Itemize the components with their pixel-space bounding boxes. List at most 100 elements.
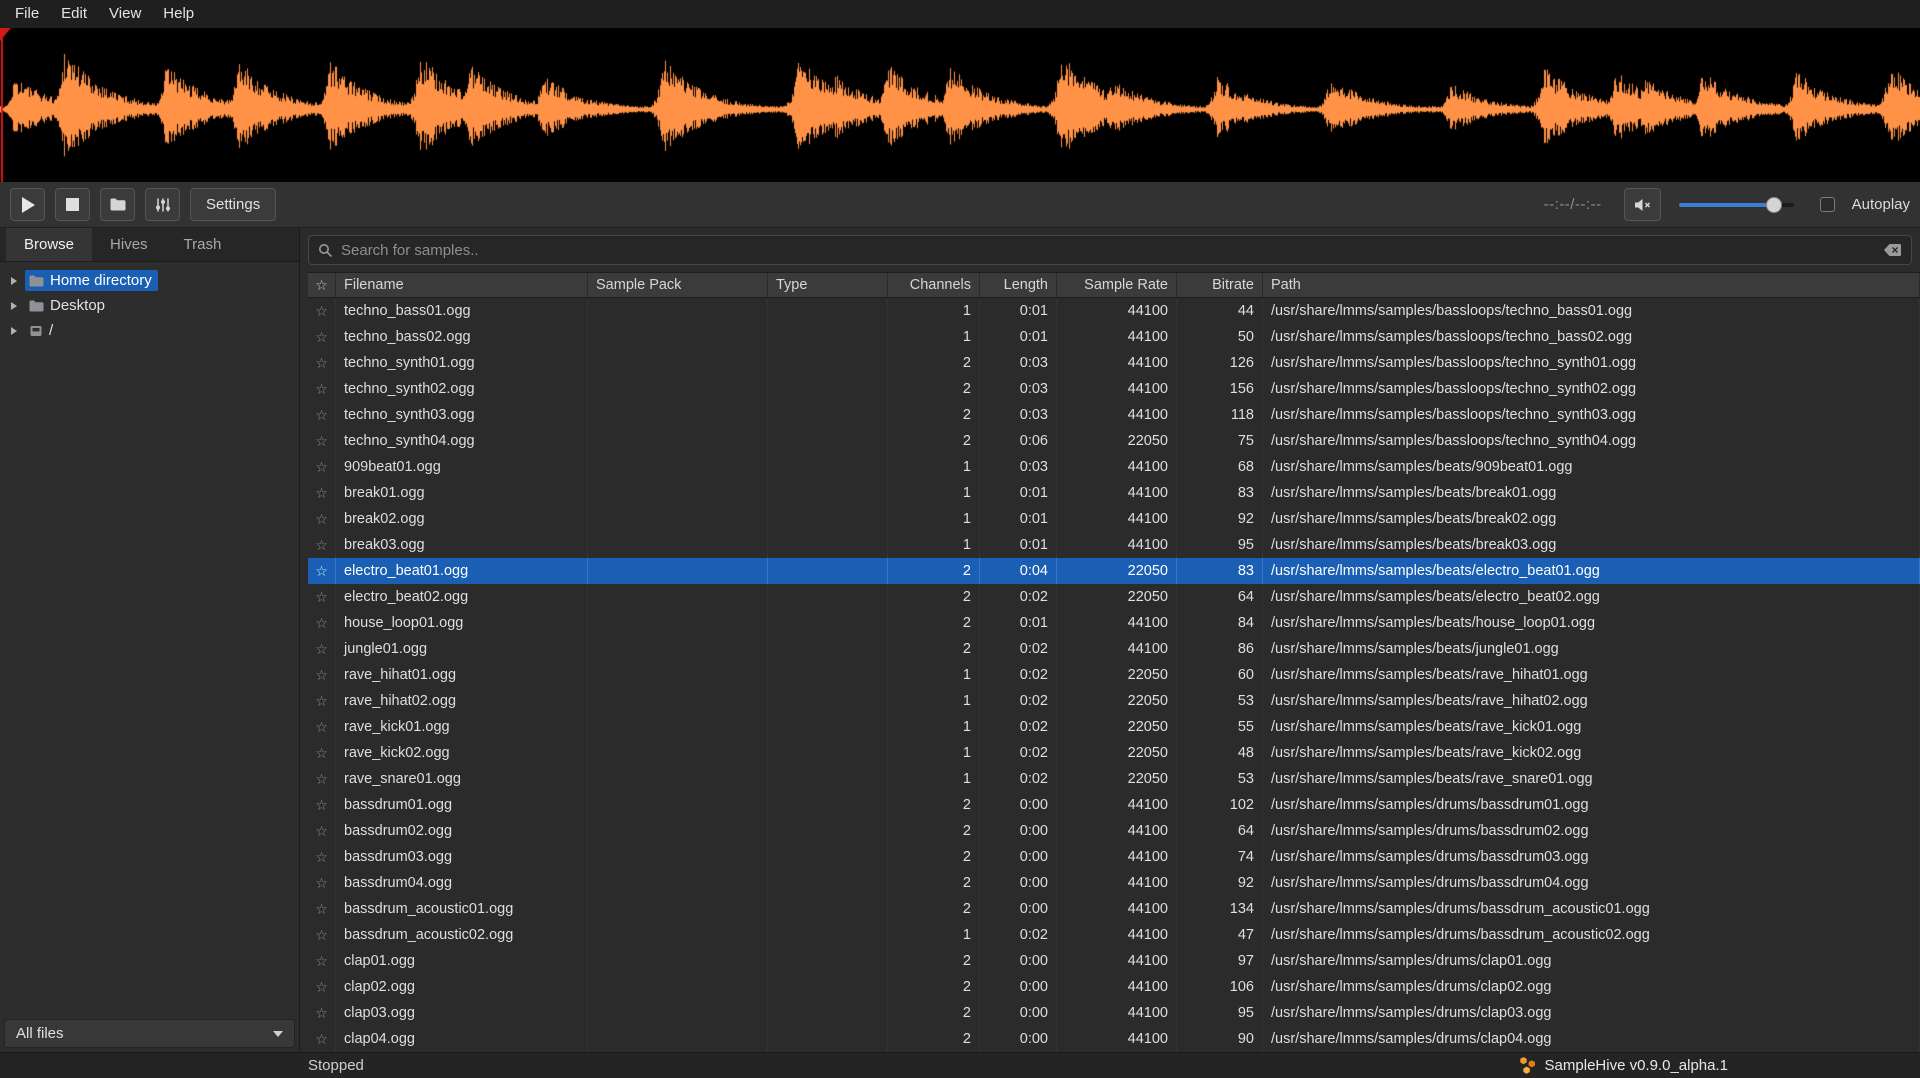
table-row[interactable]: ☆techno_bass01.ogg10:014410044/usr/share… (308, 298, 1920, 324)
volume-slider-knob[interactable] (1766, 197, 1782, 213)
content-area: BrowseHivesTrash Home directoryDesktop/ … (0, 228, 1920, 1052)
cell-channels: 1 (888, 454, 980, 480)
table-row[interactable]: ☆break03.ogg10:014410095/usr/share/lmms/… (308, 532, 1920, 558)
favorite-star-icon[interactable]: ☆ (315, 382, 328, 396)
settings-button[interactable]: Settings (190, 188, 276, 221)
favorite-star-icon[interactable]: ☆ (315, 486, 328, 500)
table-row[interactable]: ☆techno_synth02.ogg20:0344100156/usr/sha… (308, 376, 1920, 402)
table-row[interactable]: ☆rave_kick01.ogg10:022205055/usr/share/l… (308, 714, 1920, 740)
expander-icon[interactable] (11, 277, 17, 285)
favorite-star-icon[interactable]: ☆ (315, 876, 328, 890)
favorite-star-icon[interactable]: ☆ (315, 356, 328, 370)
waveform-canvas[interactable] (0, 28, 1920, 182)
stop-button[interactable] (55, 188, 90, 221)
menu-item-file[interactable]: File (4, 0, 50, 28)
column-header-path[interactable]: Path (1263, 273, 1920, 297)
favorite-star-icon[interactable]: ☆ (315, 954, 328, 968)
volume-slider[interactable] (1679, 196, 1794, 214)
favorite-star-icon[interactable]: ☆ (315, 902, 328, 916)
favorite-star-icon[interactable]: ☆ (315, 798, 328, 812)
tune-button[interactable] (145, 188, 180, 221)
mute-button[interactable] (1624, 188, 1661, 221)
tree-item-root[interactable]: / (0, 318, 299, 343)
favorite-star-icon[interactable]: ☆ (315, 616, 328, 630)
search-bar[interactable] (308, 235, 1912, 265)
favorite-star-icon[interactable]: ☆ (315, 772, 328, 786)
table-row[interactable]: ☆techno_synth04.ogg20:062205075/usr/shar… (308, 428, 1920, 454)
table-row[interactable]: ☆electro_beat01.ogg20:042205083/usr/shar… (308, 558, 1920, 584)
table-row[interactable]: ☆rave_kick02.ogg10:022205048/usr/share/l… (308, 740, 1920, 766)
tab-browse[interactable]: Browse (6, 228, 92, 261)
table-row[interactable]: ☆break01.ogg10:014410083/usr/share/lmms/… (308, 480, 1920, 506)
sidebar-tabs: BrowseHivesTrash (0, 228, 299, 262)
favorite-star-icon[interactable]: ☆ (315, 304, 328, 318)
expander-icon[interactable] (11, 327, 17, 335)
favorite-star-icon[interactable]: ☆ (315, 1006, 328, 1020)
table-row[interactable]: ☆techno_synth03.ogg20:0344100118/usr/sha… (308, 402, 1920, 428)
column-header-channels[interactable]: Channels (888, 273, 980, 297)
favorite-star-icon[interactable]: ☆ (315, 694, 328, 708)
cell-favorite: ☆ (308, 428, 336, 454)
favorite-star-icon[interactable]: ☆ (315, 538, 328, 552)
autoplay-checkbox[interactable] (1820, 197, 1835, 212)
column-header-fav[interactable]: ☆ (308, 273, 336, 297)
tab-hives[interactable]: Hives (92, 228, 166, 261)
table-row[interactable]: ☆909beat01.ogg10:034410068/usr/share/lmm… (308, 454, 1920, 480)
table-row[interactable]: ☆techno_synth01.ogg20:0344100126/usr/sha… (308, 350, 1920, 376)
column-header-length[interactable]: Length (980, 273, 1057, 297)
column-header-sample_rate[interactable]: Sample Rate (1057, 273, 1177, 297)
column-header-sample_pack[interactable]: Sample Pack (588, 273, 768, 297)
favorite-star-icon[interactable]: ☆ (315, 980, 328, 994)
table-row[interactable]: ☆bassdrum01.ogg20:0044100102/usr/share/l… (308, 792, 1920, 818)
clear-search-icon[interactable] (1883, 243, 1902, 257)
table-row[interactable]: ☆jungle01.ogg20:024410086/usr/share/lmms… (308, 636, 1920, 662)
favorite-star-icon[interactable]: ☆ (315, 590, 328, 604)
table-row[interactable]: ☆bassdrum_acoustic02.ogg10:024410047/usr… (308, 922, 1920, 948)
favorite-star-icon[interactable]: ☆ (315, 850, 328, 864)
loop-folder-button[interactable] (100, 188, 135, 221)
table-row[interactable]: ☆clap01.ogg20:004410097/usr/share/lmms/s… (308, 948, 1920, 974)
table-row[interactable]: ☆break02.ogg10:014410092/usr/share/lmms/… (308, 506, 1920, 532)
cell-bitrate: 90 (1177, 1026, 1263, 1052)
tab-trash[interactable]: Trash (166, 228, 240, 261)
favorite-star-icon[interactable]: ☆ (315, 746, 328, 760)
expander-icon[interactable] (11, 302, 17, 310)
menu-item-help[interactable]: Help (152, 0, 205, 28)
menu-item-view[interactable]: View (98, 0, 152, 28)
column-header-filename[interactable]: Filename (336, 273, 588, 297)
search-input[interactable] (341, 242, 1875, 259)
favorite-star-icon[interactable]: ☆ (315, 512, 328, 526)
table-row[interactable]: ☆clap03.ogg20:004410095/usr/share/lmms/s… (308, 1000, 1920, 1026)
tree-item-desktop[interactable]: Desktop (0, 293, 299, 318)
table-row[interactable]: ☆bassdrum03.ogg20:004410074/usr/share/lm… (308, 844, 1920, 870)
table-row[interactable]: ☆bassdrum_acoustic01.ogg20:0044100134/us… (308, 896, 1920, 922)
table-row[interactable]: ☆clap02.ogg20:0044100106/usr/share/lmms/… (308, 974, 1920, 1000)
table-row[interactable]: ☆house_loop01.ogg20:014410084/usr/share/… (308, 610, 1920, 636)
favorite-star-icon[interactable]: ☆ (315, 564, 328, 578)
table-row[interactable]: ☆bassdrum04.ogg20:004410092/usr/share/lm… (308, 870, 1920, 896)
favorite-star-icon[interactable]: ☆ (315, 824, 328, 838)
table-row[interactable]: ☆clap04.ogg20:004410090/usr/share/lmms/s… (308, 1026, 1920, 1052)
favorite-star-icon[interactable]: ☆ (315, 330, 328, 344)
favorite-star-icon[interactable]: ☆ (315, 928, 328, 942)
tree-item-home-directory[interactable]: Home directory (0, 268, 299, 293)
favorite-star-icon[interactable]: ☆ (315, 1032, 328, 1046)
favorite-star-icon[interactable]: ☆ (315, 408, 328, 422)
table-row[interactable]: ☆rave_hihat01.ogg10:022205060/usr/share/… (308, 662, 1920, 688)
table-row[interactable]: ☆rave_snare01.ogg10:022205053/usr/share/… (308, 766, 1920, 792)
favorite-star-icon[interactable]: ☆ (315, 460, 328, 474)
table-row[interactable]: ☆electro_beat02.ogg20:022205064/usr/shar… (308, 584, 1920, 610)
table-row[interactable]: ☆bassdrum02.ogg20:004410064/usr/share/lm… (308, 818, 1920, 844)
table-row[interactable]: ☆techno_bass02.ogg10:014410050/usr/share… (308, 324, 1920, 350)
column-header-bitrate[interactable]: Bitrate (1177, 273, 1263, 297)
table-row[interactable]: ☆rave_hihat02.ogg10:022205053/usr/share/… (308, 688, 1920, 714)
favorite-star-icon[interactable]: ☆ (315, 434, 328, 448)
menu-item-edit[interactable]: Edit (50, 0, 98, 28)
file-filter-dropdown[interactable]: All files (4, 1019, 295, 1048)
column-header-type[interactable]: Type (768, 273, 888, 297)
favorite-star-icon[interactable]: ☆ (315, 720, 328, 734)
favorite-star-icon[interactable]: ☆ (315, 642, 328, 656)
play-button[interactable] (10, 188, 45, 221)
favorite-star-icon[interactable]: ☆ (315, 668, 328, 682)
cell-bitrate: 47 (1177, 922, 1263, 948)
